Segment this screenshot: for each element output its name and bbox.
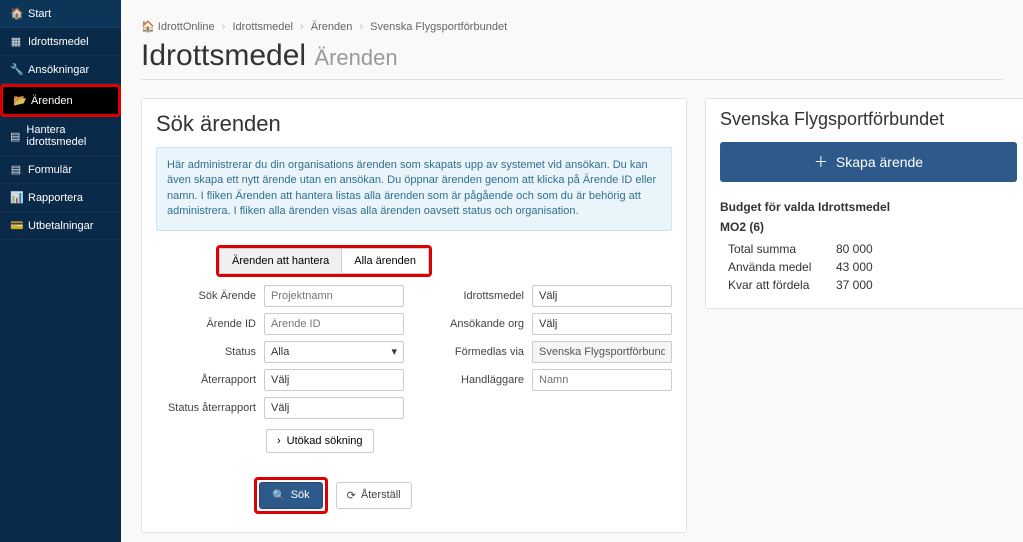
chevron-right-icon: › [277,435,281,447]
org-heading: Svenska Flygsportförbundet [720,109,1017,130]
sidebar: 🏠 Start ▦ Idrottsmedel 🔧 Ansökningar 📂 Ä… [0,0,121,542]
status-select[interactable]: Alla▾ [264,341,404,363]
page-title-sub: Ärenden [314,45,397,70]
label-aterrapport: Återrapport [156,374,256,386]
sok-label: Sök [291,489,310,501]
breadcrumb: 🏠 IdrottOnline › Idrottsmedel › Ärenden … [141,20,1003,33]
skapa-arende-button[interactable]: ＋ Skapa ärende [720,142,1017,182]
chart-icon: 📊 [10,191,22,204]
search-heading: Sök ärenden [156,111,672,137]
sidebar-item-ansokningar[interactable]: 🔧 Ansökningar [0,56,121,84]
label-status: Status [156,346,256,358]
plus-icon: ＋ [814,152,828,172]
sidebar-item-label: Ärenden [31,95,73,107]
sidebar-item-rapportera[interactable]: 📊 Rapportera [0,184,121,212]
budget-value: 37 000 [836,278,873,292]
refresh-icon: ⟳ [347,489,356,502]
utokad-sokning-button[interactable]: › Utökad sökning [266,429,374,453]
sidebar-item-utbetalningar[interactable]: 💳 Utbetalningar [0,212,121,240]
tab-arenden-att-hantera[interactable]: Ärenden att hantera [219,248,341,274]
budget-row: Kvar att fördela 37 000 [720,278,1017,292]
projektnamn-input[interactable] [264,285,404,307]
formedlas-input[interactable] [532,341,672,363]
breadcrumb-item[interactable]: Ärenden [311,21,353,33]
info-box: Här administrerar du din organisations ä… [156,147,672,231]
arende-id-input[interactable] [264,313,404,335]
reset-label: Återställ [361,489,401,501]
wrench-icon: 🔧 [10,63,22,76]
budget-title: Budget för valda Idrottsmedel [720,200,1017,214]
idrottsmedel-select[interactable]: Välj [532,285,672,307]
sidebar-item-idrottsmedel[interactable]: ▦ Idrottsmedel [0,28,121,56]
sidebar-item-label: Start [28,8,51,20]
budget-row: Använda medel 43 000 [720,260,1017,274]
chevron-down-icon: ▾ [391,345,397,358]
search-icon: 🔍 [272,489,286,502]
search-panel: Sök ärenden Här administrerar du din org… [141,98,687,533]
sidebar-item-label: Idrottsmedel [28,36,89,48]
sok-button[interactable]: 🔍 Sök [259,482,323,509]
budget-label: Total summa [728,242,828,256]
form-icon: ▤ [10,163,22,176]
budget-row: Total summa 80 000 [720,242,1017,256]
budget-sub: MO2 (6) [720,220,1017,234]
sidebar-item-arenden[interactable]: 📂 Ärenden [0,84,121,117]
page-title: Idrottsmedel Ärenden [141,39,1003,80]
card-icon: 💳 [10,219,22,232]
label-status-aterrapport: Status återrapport [156,402,256,414]
label-idrottsmedel: Idrottsmedel [424,290,524,302]
folder-icon: 📂 [13,94,25,107]
label-formedlas: Förmedlas via [424,346,524,358]
label-sok-arende: Sök Ärende [156,290,256,302]
ansok-org-select[interactable]: Välj [532,313,672,335]
label-ansok-org: Ansökande org [424,318,524,330]
breadcrumb-item[interactable]: Idrottsmedel [232,21,293,33]
page-title-main: Idrottsmedel [141,39,306,72]
label-arende-id: Ärende ID [156,318,256,330]
sidebar-item-hantera[interactable]: ▤ Hantera idrottsmedel [0,117,121,156]
utokad-label: Utökad sökning [287,435,363,447]
breadcrumb-current: Svenska Flygsportförbundet [370,21,507,33]
label-handlaggare: Handläggare [424,374,524,386]
budget-value: 43 000 [836,260,873,274]
sidebar-item-start[interactable]: 🏠 Start [0,0,121,28]
budget-label: Kvar att fördela [728,278,828,292]
budget-label: Använda medel [728,260,828,274]
sidebar-item-label: Hantera idrottsmedel [26,124,111,148]
breadcrumb-home[interactable]: IdrottOnline [158,21,215,33]
main-content: 🏠 IdrottOnline › Idrottsmedel › Ärenden … [121,0,1023,542]
sidebar-item-label: Ansökningar [28,64,89,76]
home-icon: 🏠 [10,7,22,20]
budget-value: 80 000 [836,242,873,256]
sidebar-item-label: Formulär [28,164,72,176]
aterrapport-select[interactable]: Välj [264,369,404,391]
sidebar-item-label: Utbetalningar [28,220,93,232]
sidebar-item-formular[interactable]: ▤ Formulär [0,156,121,184]
aterstall-button[interactable]: ⟳ Återställ [336,482,412,509]
sidebar-item-label: Rapportera [28,192,83,204]
home-icon: 🏠 [141,21,155,33]
list-icon: ▤ [10,130,20,143]
grid-icon: ▦ [10,35,22,48]
filter-tabs: Ärenden att hantera Alla ärenden [216,245,432,277]
tab-alla-arenden[interactable]: Alla ärenden [341,248,429,274]
summary-panel: Svenska Flygsportförbundet ＋ Skapa ärend… [705,98,1023,309]
handlaggare-input[interactable] [532,369,672,391]
status-ater-select[interactable]: Välj [264,397,404,419]
create-label: Skapa ärende [836,154,923,170]
